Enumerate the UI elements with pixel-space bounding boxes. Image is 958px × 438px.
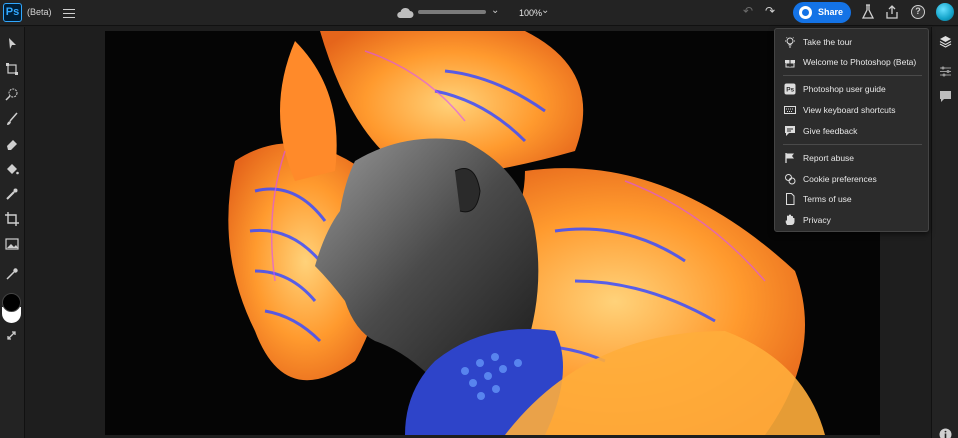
menu-item-take-tour[interactable]: Take the tour [775,32,928,52]
menu-item-welcome[interactable]: Welcome to Photoshop (Beta) [775,52,928,72]
menu-item-privacy[interactable]: Privacy [775,210,928,230]
menu-item-keyboard-shortcuts[interactable]: View keyboard shortcuts [775,100,928,120]
keyboard-icon [784,106,796,114]
cloud-icon[interactable] [396,6,414,20]
feedback-icon [785,126,795,136]
svg-text:Ps: Ps [786,87,794,94]
menu-item-user-guide[interactable]: Ps Photoshop user guide [775,79,928,99]
info-icon[interactable] [939,428,952,438]
eraser-tool-icon[interactable] [5,137,19,151]
menu-item-label: Take the tour [803,37,853,47]
eyedropper-tool-icon[interactable] [5,267,19,281]
crop-tool-icon[interactable] [5,212,19,226]
avatar[interactable] [936,3,954,21]
menu-item-terms-of-use[interactable]: Terms of use [775,189,928,209]
share-button-label: Share [818,7,844,17]
beta-lab-icon[interactable] [862,4,874,20]
menu-item-label: Photoshop user guide [803,84,886,94]
help-icon[interactable]: ? [911,5,925,19]
menu-item-cookie-preferences[interactable]: Cookie preferences [775,169,928,189]
cookie-icon [785,174,796,185]
move-tool-icon[interactable] [5,37,19,51]
right-panel [931,27,958,438]
menu-item-label: Terms of use [803,194,852,204]
hamburger-menu-icon[interactable] [62,6,76,20]
quick-select-tool-icon[interactable] [5,87,19,101]
ps-guide-icon: Ps [784,83,796,95]
menu-item-label: Welcome to Photoshop (Beta) [803,57,917,67]
share-button[interactable]: Share [793,2,851,23]
swap-colors-icon[interactable] [5,329,19,343]
layers-icon[interactable] [939,35,952,48]
photoshop-logo[interactable]: Ps [3,3,22,22]
brush-tool-icon[interactable] [5,112,19,126]
transform-tool-icon[interactable] [5,62,19,76]
healing-tool-icon[interactable] [5,187,19,201]
menu-divider [783,75,922,76]
redo-icon[interactable]: ↷ [765,4,775,18]
chevron-down-icon[interactable]: ⌄ [491,5,499,16]
left-toolbar [0,27,25,438]
image-tool-icon[interactable] [5,237,19,251]
menu-item-label: Privacy [803,215,831,225]
menu-item-give-feedback[interactable]: Give feedback [775,121,928,141]
artwork-canvas[interactable] [105,31,880,435]
document-icon [786,193,795,205]
help-menu: Take the tour Welcome to Photoshop (Beta… [774,28,929,232]
comments-icon[interactable] [939,90,952,103]
menu-item-label: Cookie preferences [803,174,877,184]
beta-label: (Beta) [27,7,52,17]
foreground-color-swatch[interactable] [2,293,21,312]
gift-icon [785,60,795,68]
menu-divider [783,144,922,145]
fish-portrait-image [228,31,825,435]
export-icon[interactable] [885,4,899,20]
zoom-level[interactable]: 100% [519,8,542,18]
menu-item-report-abuse[interactable]: Report abuse [775,148,928,168]
paint-bucket-tool-icon[interactable] [5,162,19,176]
flag-icon [785,153,794,163]
menu-item-label: Give feedback [803,126,858,136]
menu-item-label: View keyboard shortcuts [803,105,896,115]
share-person-icon [799,6,812,19]
top-bar: Ps (Beta) ⌄ 100% ⌄ ↶ ↷ Share ? [0,0,958,26]
hand-icon [785,214,795,225]
undo-icon[interactable]: ↶ [743,4,753,18]
document-name-bar[interactable] [418,10,486,14]
adjustments-icon[interactable] [939,65,952,78]
lightbulb-icon [785,37,795,48]
chevron-down-icon[interactable]: ⌄ [541,5,549,16]
menu-item-label: Report abuse [803,153,855,163]
